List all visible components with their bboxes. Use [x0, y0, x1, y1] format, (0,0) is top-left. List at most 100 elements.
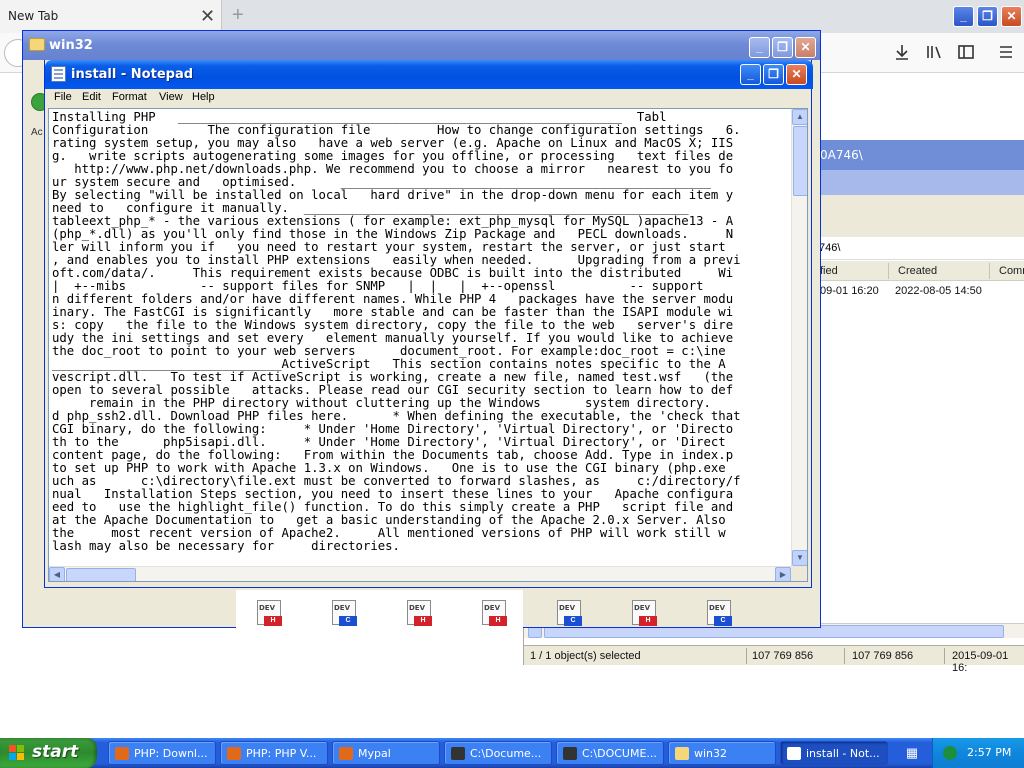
- file-icon[interactable]: DEV H: [407, 600, 435, 626]
- file-icon-label: DEV: [409, 604, 426, 612]
- file-icon[interactable]: DEV C: [557, 600, 585, 626]
- document-text[interactable]: Installing PHP _________________________…: [52, 111, 786, 553]
- column-separator[interactable]: [989, 263, 990, 279]
- clock: 2:57 PM: [967, 746, 1012, 759]
- file-icon[interactable]: DEV H: [632, 600, 660, 626]
- file-icon-label: DEV: [484, 604, 501, 612]
- folder-icon: [29, 38, 45, 51]
- browser-maximize-button[interactable]: ❐: [977, 6, 998, 27]
- browser-tab[interactable]: New Tab ✕: [0, 0, 222, 33]
- taskbar-button[interactable]: install - Not...: [780, 741, 888, 765]
- taskbar-button-label: install - Not...: [806, 747, 880, 760]
- file-type-badge: C: [339, 616, 357, 626]
- start-button[interactable]: start: [0, 738, 97, 768]
- keyboard-icon[interactable]: ▦: [903, 745, 921, 761]
- resize-grip[interactable]: [791, 566, 807, 581]
- notepad-icon: [51, 66, 66, 82]
- status-date: 2015-09-01 16:: [952, 650, 1009, 674]
- menu-help[interactable]: Help: [192, 91, 215, 103]
- column-modified[interactable]: fied: [820, 265, 838, 277]
- file-icon[interactable]: DEV H: [482, 600, 510, 626]
- browser-tab-bar: New Tab ✕ + _ ❐ ✕: [0, 0, 1024, 33]
- minimize-button[interactable]: _: [740, 64, 761, 85]
- menu-view[interactable]: View: [159, 91, 183, 103]
- start-label: start: [32, 742, 79, 762]
- taskbar-button[interactable]: win32: [668, 741, 776, 765]
- file-icon-label: DEV: [259, 604, 276, 612]
- taskbar-button[interactable]: Mypal: [332, 741, 440, 765]
- app-icon: [115, 747, 129, 760]
- library-icon[interactable]: [924, 43, 944, 63]
- status-selection: 1 / 1 object(s) selected: [530, 650, 641, 662]
- windows-logo-icon: [9, 745, 25, 761]
- explorer-title-bar[interactable]: win32 _ ❐ ✕: [23, 31, 820, 60]
- menu-bar: File Edit Format View Help: [48, 89, 810, 107]
- app-icon: [227, 747, 241, 760]
- text-line: lash may also be necessary for directori…: [52, 539, 400, 553]
- file-type-badge: H: [414, 616, 432, 626]
- text-editor[interactable]: Installing PHP _________________________…: [48, 108, 808, 582]
- taskbar-button-label: Mypal: [358, 747, 391, 760]
- file-icon[interactable]: DEV C: [332, 600, 360, 626]
- address-text: 746\: [819, 242, 841, 254]
- notepad-title: install - Notepad: [71, 67, 194, 82]
- maximize-button[interactable]: ❐: [772, 37, 793, 58]
- scroll-up-arrow[interactable]: ▲: [792, 109, 807, 125]
- notepad-title-bar[interactable]: install - Notepad _ ❐ ✕: [45, 60, 813, 89]
- maximize-button[interactable]: ❐: [763, 64, 784, 85]
- app-icon: [563, 747, 577, 760]
- status-separator: [746, 648, 747, 664]
- scroll-down-arrow[interactable]: ▼: [792, 550, 807, 566]
- taskbar-button-label: C:\Docume...: [470, 747, 542, 760]
- browser-close-button[interactable]: ✕: [1001, 6, 1022, 27]
- file-icon-label: DEV: [709, 604, 726, 612]
- pane-path-text: 0A746\: [820, 148, 863, 162]
- horizontal-scrollbar[interactable]: ◀ ▶: [49, 566, 791, 581]
- status-separator: [844, 648, 845, 664]
- menu-format[interactable]: Format: [112, 91, 147, 103]
- app-icon: [787, 747, 801, 760]
- file-icon-label: DEV: [634, 604, 651, 612]
- taskbar-button-label: win32: [694, 747, 728, 760]
- file-type-badge: C: [714, 616, 732, 626]
- taskbar-button[interactable]: C:\DOCUME...: [556, 741, 664, 765]
- scroll-right-arrow[interactable]: ▶: [775, 567, 791, 581]
- browser-tab-title: New Tab: [8, 9, 59, 23]
- taskbar-button[interactable]: PHP: Downl...: [108, 741, 216, 765]
- row-created: 2022-08-05 14:50: [895, 285, 982, 297]
- scrollbar-thumb[interactable]: [66, 568, 136, 581]
- status-separator: [944, 648, 945, 664]
- scrollbar-thumb[interactable]: [793, 126, 807, 196]
- taskbar-button-label: PHP: Downl...: [134, 747, 208, 760]
- file-icon[interactable]: DEV H: [257, 600, 285, 626]
- taskbar-button-label: C:\DOCUME...: [582, 747, 657, 760]
- menu-edit[interactable]: Edit: [82, 91, 101, 103]
- file-type-badge: H: [639, 616, 657, 626]
- file-icon[interactable]: DEV C: [707, 600, 735, 626]
- taskbar: start PHP: Downl... PHP: PHP V... Mypal C:\…: [0, 738, 1024, 768]
- taskbar-button-label: PHP: PHP V...: [246, 747, 317, 760]
- column-comment[interactable]: Comm: [999, 265, 1024, 277]
- file-type-badge: H: [264, 616, 282, 626]
- close-button[interactable]: ✕: [786, 64, 807, 85]
- vertical-scrollbar[interactable]: ▲ ▼: [791, 109, 807, 566]
- browser-minimize-button[interactable]: _: [953, 6, 974, 27]
- taskbar-button[interactable]: C:\Docume...: [444, 741, 552, 765]
- row-modified: 09-01 16:20: [820, 285, 879, 297]
- status-size-2: 107 769 856: [852, 650, 914, 662]
- file-type-badge: C: [564, 616, 582, 626]
- scroll-left-arrow[interactable]: ◀: [49, 567, 65, 581]
- download-icon[interactable]: [892, 43, 912, 63]
- column-separator[interactable]: [888, 263, 889, 279]
- close-button[interactable]: ✕: [795, 37, 816, 58]
- sidebar-icon[interactable]: [956, 43, 976, 63]
- tab-close-icon[interactable]: ✕: [200, 6, 216, 26]
- new-tab-button[interactable]: +: [232, 4, 252, 26]
- menu-file[interactable]: File: [54, 91, 72, 103]
- column-created[interactable]: Created: [898, 265, 937, 277]
- file-icon-label: DEV: [559, 604, 576, 612]
- tray-status-icon[interactable]: [943, 746, 957, 760]
- menu-icon[interactable]: [996, 43, 1016, 63]
- minimize-button[interactable]: _: [749, 37, 770, 58]
- taskbar-button[interactable]: PHP: PHP V...: [220, 741, 328, 765]
